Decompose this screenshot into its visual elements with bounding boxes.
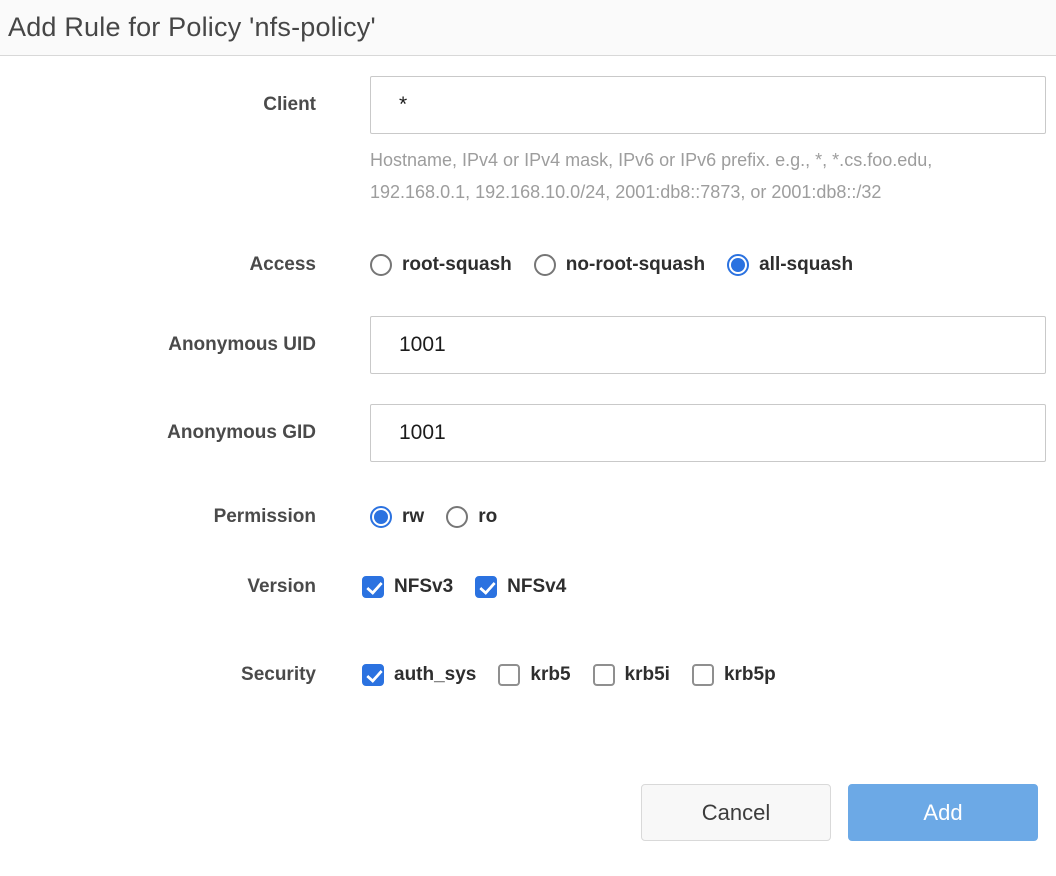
checkbox-icon (498, 664, 520, 686)
version-option-nfsv3[interactable]: NFSv3 (362, 576, 453, 598)
access-label: Access (0, 254, 316, 276)
client-input[interactable] (370, 76, 1046, 134)
security-label: Security (0, 664, 316, 686)
client-row: Client Hostname, IPv4 or IPv4 mask, IPv6… (0, 76, 1056, 208)
anonymous-uid-label: Anonymous UID (0, 334, 316, 356)
add-rule-form: Client Hostname, IPv4 or IPv4 mask, IPv6… (0, 56, 1056, 841)
radio-icon (534, 254, 556, 276)
add-button[interactable]: Add (848, 784, 1038, 841)
permission-radio-group: rw ro (370, 506, 497, 528)
radio-icon (370, 254, 392, 276)
anonymous-uid-input[interactable] (370, 316, 1046, 374)
dialog-title: Add Rule for Policy 'nfs-policy' (8, 12, 376, 43)
version-checkbox-group: NFSv3 NFSv4 (362, 576, 566, 598)
checkbox-icon (362, 664, 384, 686)
option-label: auth_sys (394, 664, 476, 686)
anonymous-gid-label: Anonymous GID (0, 422, 316, 444)
option-label: NFSv4 (507, 576, 566, 598)
checkbox-icon (593, 664, 615, 686)
access-row: Access root-squash no-root-squash all-sq… (0, 254, 1056, 276)
access-option-all-squash[interactable]: all-squash (727, 254, 853, 276)
permission-label: Permission (0, 506, 316, 528)
dialog-footer: Cancel Add (0, 784, 1056, 841)
client-helper-line-2: 192.168.0.1, 192.168.10.0/24, 2001:db8::… (370, 176, 1046, 208)
radio-icon (370, 506, 392, 528)
checkbox-icon (362, 576, 384, 598)
permission-option-ro[interactable]: ro (446, 506, 497, 528)
access-option-no-root-squash[interactable]: no-root-squash (534, 254, 705, 276)
security-option-krb5[interactable]: krb5 (498, 664, 570, 686)
security-row: Security auth_sys krb5 krb5i krb5p (0, 664, 1056, 686)
option-label: krb5i (625, 664, 670, 686)
access-option-root-squash[interactable]: root-squash (370, 254, 512, 276)
cancel-button[interactable]: Cancel (641, 784, 831, 841)
checkbox-icon (475, 576, 497, 598)
option-label: NFSv3 (394, 576, 453, 598)
security-checkbox-group: auth_sys krb5 krb5i krb5p (362, 664, 776, 686)
anonymous-gid-row: Anonymous GID (0, 404, 1056, 462)
client-helper-text: Hostname, IPv4 or IPv4 mask, IPv6 or IPv… (370, 144, 1046, 208)
option-label: krb5 (530, 664, 570, 686)
radio-icon (446, 506, 468, 528)
security-option-auth-sys[interactable]: auth_sys (362, 664, 476, 686)
anonymous-gid-input[interactable] (370, 404, 1046, 462)
permission-row: Permission rw ro (0, 506, 1056, 528)
option-label: no-root-squash (566, 254, 705, 276)
version-option-nfsv4[interactable]: NFSv4 (475, 576, 566, 598)
option-label: all-squash (759, 254, 853, 276)
option-label: root-squash (402, 254, 512, 276)
security-option-krb5p[interactable]: krb5p (692, 664, 776, 686)
version-label: Version (0, 576, 316, 598)
option-label: ro (478, 506, 497, 528)
client-label: Client (0, 94, 316, 116)
client-helper-line-1: Hostname, IPv4 or IPv4 mask, IPv6 or IPv… (370, 144, 1046, 176)
permission-option-rw[interactable]: rw (370, 506, 424, 528)
radio-icon (727, 254, 749, 276)
version-row: Version NFSv3 NFSv4 (0, 576, 1056, 598)
security-option-krb5i[interactable]: krb5i (593, 664, 670, 686)
option-label: krb5p (724, 664, 776, 686)
access-radio-group: root-squash no-root-squash all-squash (370, 254, 853, 276)
dialog-header: Add Rule for Policy 'nfs-policy' (0, 0, 1056, 56)
option-label: rw (402, 506, 424, 528)
checkbox-icon (692, 664, 714, 686)
add-rule-dialog: Add Rule for Policy 'nfs-policy' Client … (0, 0, 1056, 876)
anonymous-uid-row: Anonymous UID (0, 316, 1056, 374)
